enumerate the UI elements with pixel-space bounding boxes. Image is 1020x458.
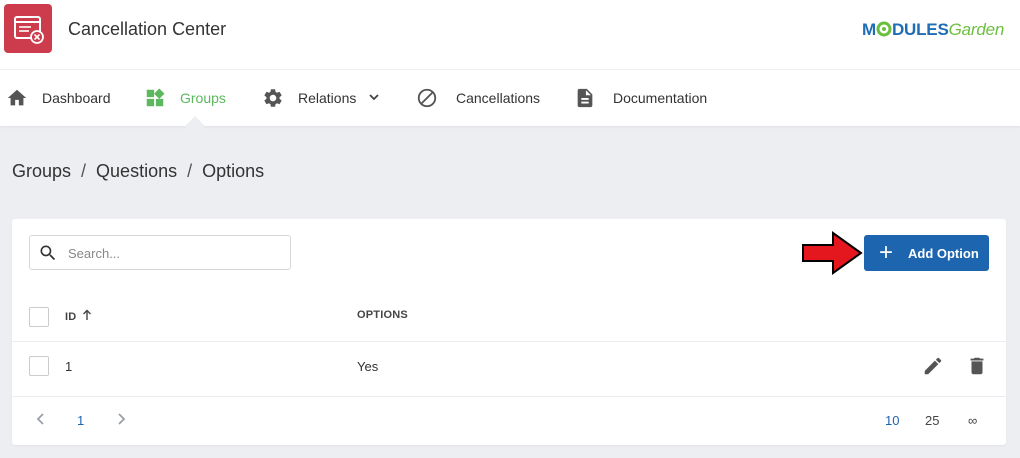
modulesgarden-logo: M DULESGarden (862, 20, 1005, 39)
nav-item-label: Documentation (613, 90, 708, 106)
cell-option: Yes (357, 359, 379, 374)
column-header-id[interactable]: ID (65, 309, 92, 324)
page-number-current[interactable]: 1 (77, 413, 84, 428)
app-title: Cancellation Center (68, 19, 227, 39)
delete-icon[interactable] (966, 355, 988, 377)
breadcrumb-separator: / (81, 161, 87, 181)
search-box[interactable] (29, 235, 291, 270)
add-option-label: Add Option (908, 245, 979, 261)
red-arrow-annotation (800, 230, 864, 276)
nav-item-label: Dashboard (42, 90, 111, 106)
page-size-10[interactable]: 10 (885, 413, 899, 428)
previous-page-button[interactable] (35, 412, 47, 429)
next-page-button[interactable] (115, 412, 127, 429)
header-divider (0, 69, 1020, 70)
search-icon (38, 243, 58, 263)
block-icon (416, 87, 438, 109)
options-table-card: + Add Option ID OPTIONS 1 Yes 1 10 25 ∞ (12, 219, 1006, 445)
search-input[interactable] (68, 244, 278, 262)
top-bar: Cancellation Center M DULESGarden Dashboa… (0, 0, 1020, 126)
breadcrumb-item-questions[interactable]: Questions (96, 161, 177, 182)
cancellation-center-icon (4, 4, 52, 53)
breadcrumb-separator: / (187, 161, 193, 181)
gear-icon (262, 87, 284, 109)
sort-ascending-icon (82, 309, 92, 324)
plus-icon: + (878, 239, 893, 266)
page-size-25[interactable]: 25 (925, 413, 939, 428)
row-divider (12, 341, 1006, 342)
breadcrumb-item-groups[interactable]: Groups (12, 161, 71, 182)
nav-item-relations[interactable]: Relations (262, 85, 380, 111)
select-all-checkbox[interactable] (29, 307, 49, 327)
widgets-icon (144, 87, 166, 109)
home-icon (6, 87, 28, 109)
page-size-all[interactable]: ∞ (968, 413, 977, 428)
document-icon (574, 87, 596, 109)
nav-item-dashboard[interactable]: Dashboard (6, 85, 111, 111)
cell-id: 1 (65, 359, 73, 374)
breadcrumb-item-options: Options (202, 161, 265, 181)
row-checkbox[interactable] (29, 356, 49, 376)
nav-item-label: Relations (298, 90, 357, 106)
column-header-options[interactable]: OPTIONS (357, 309, 408, 321)
nav-item-cancellations[interactable]: Cancellations (416, 85, 540, 111)
nav-item-label: Groups (180, 90, 226, 106)
nav-item-label: Cancellations (456, 90, 541, 106)
edit-icon[interactable] (922, 355, 944, 377)
nav-item-documentation[interactable]: Documentation (574, 85, 707, 111)
breadcrumb: Groups / Questions / Options (12, 161, 264, 182)
logo-gear-icon (876, 21, 892, 37)
chevron-down-icon (368, 90, 380, 106)
row-divider (12, 396, 1006, 397)
nav-item-groups[interactable]: Groups (144, 85, 226, 111)
add-option-button[interactable]: + Add Option (864, 235, 989, 271)
